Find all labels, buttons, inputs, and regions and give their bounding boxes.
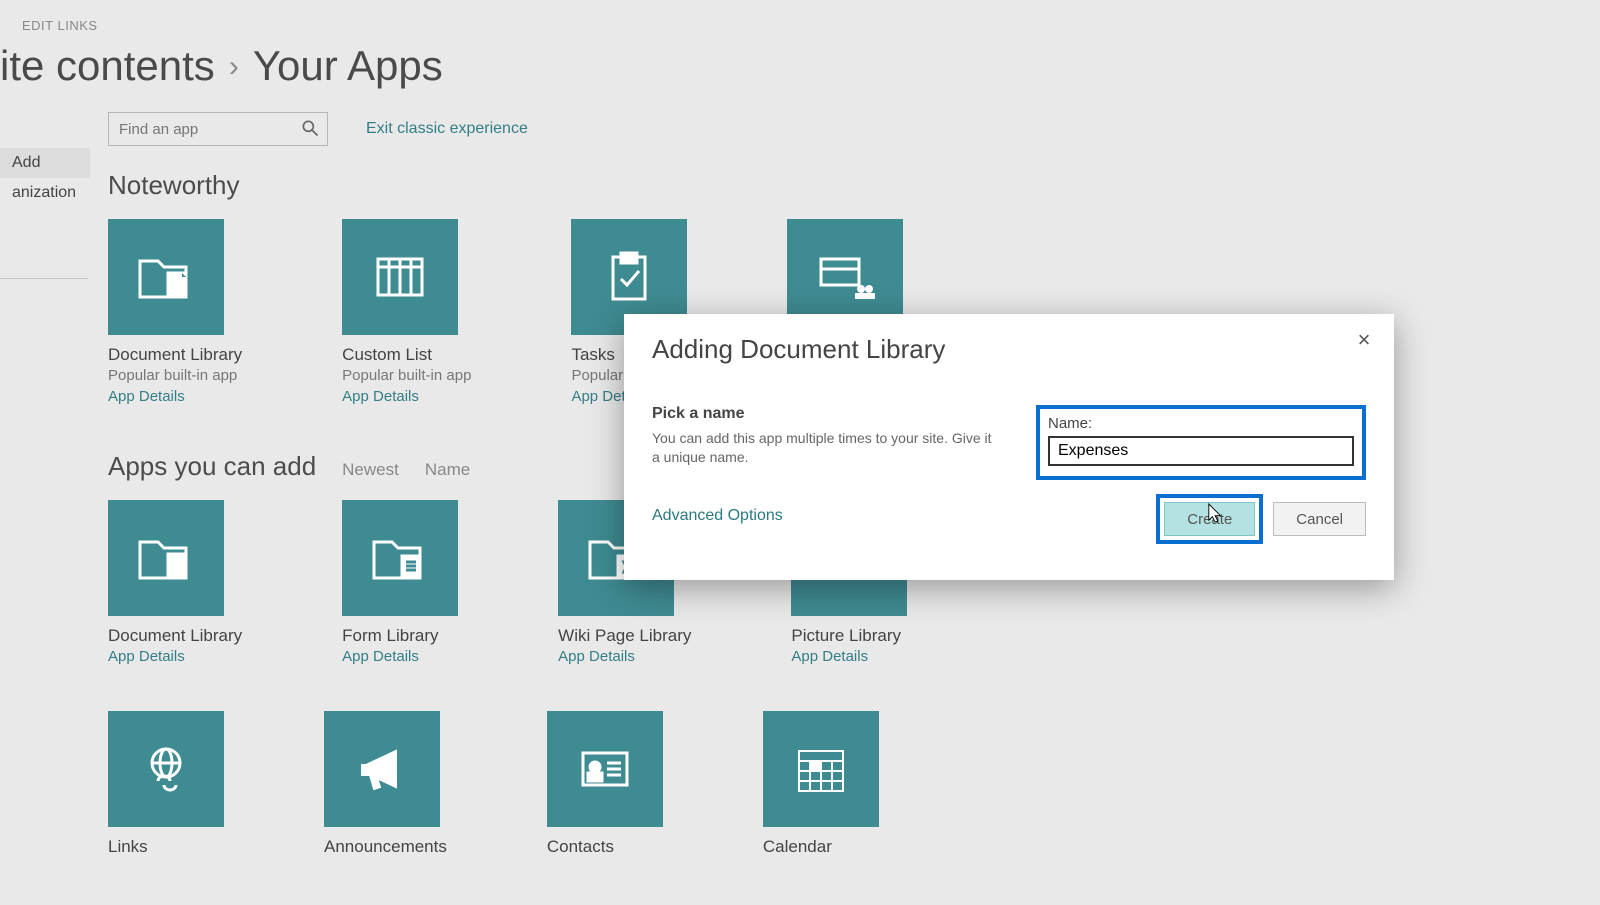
noteworthy-heading: Noteworthy: [108, 170, 1570, 201]
tile-links[interactable]: Links: [108, 711, 224, 859]
folder-form-icon: [342, 500, 458, 616]
exit-classic-link[interactable]: Exit classic experience: [366, 120, 528, 138]
create-button-highlight: Create: [1156, 494, 1263, 544]
app-name: Form Library: [342, 626, 458, 646]
pick-a-name-label: Pick a name: [652, 405, 996, 423]
breadcrumb-current: Your Apps: [253, 42, 443, 90]
breadcrumb: ite contents › Your Apps: [0, 42, 443, 90]
grid-icon: [342, 219, 458, 335]
app-subtitle: Popular built-in app: [342, 367, 471, 384]
dialog-title: Adding Document Library: [652, 334, 1366, 365]
tile-custom-list[interactable]: Custom List Popular built-in app App Det…: [342, 219, 471, 405]
app-details-link[interactable]: App Details: [108, 388, 242, 405]
nav-add[interactable]: Add: [0, 148, 90, 178]
pick-a-name-desc: You can add this app multiple times to y…: [652, 429, 996, 467]
name-label: Name:: [1048, 415, 1354, 432]
app-name: Contacts: [547, 837, 663, 857]
name-field-highlight: Name:: [1036, 405, 1366, 480]
app-name: Wiki Page Library: [558, 626, 691, 646]
adding-document-library-dialog: × Adding Document Library Pick a name Yo…: [624, 314, 1394, 580]
app-details-link[interactable]: App Details: [558, 648, 691, 665]
app-details-link[interactable]: App Details: [791, 648, 907, 665]
nav-organization[interactable]: anization: [0, 178, 90, 208]
sort-newest[interactable]: Newest: [342, 460, 399, 480]
app-name: Document Library: [108, 345, 242, 365]
search-input[interactable]: [108, 112, 328, 146]
tile-document-library[interactable]: Document Library Popular built-in app Ap…: [108, 219, 242, 405]
advanced-options-link[interactable]: Advanced Options: [652, 507, 783, 525]
tile-calendar[interactable]: Calendar: [763, 711, 879, 859]
app-details-link[interactable]: App Details: [342, 388, 471, 405]
app-details-link[interactable]: App Details: [342, 648, 458, 665]
tile-document-library-b[interactable]: Document Library App Details: [108, 500, 242, 665]
breadcrumb-separator-icon: ›: [229, 50, 239, 84]
contact-card-icon: [547, 711, 663, 827]
cancel-button[interactable]: Cancel: [1273, 502, 1366, 536]
app-name: Calendar: [763, 837, 879, 857]
folder-document-icon: [108, 219, 224, 335]
close-icon[interactable]: ×: [1350, 328, 1378, 356]
app-subtitle: Popular built-in app: [108, 367, 242, 384]
edit-links-link[interactable]: EDIT LINKS: [22, 18, 98, 33]
calendar-icon: [763, 711, 879, 827]
apps-you-can-add-heading: Apps you can add: [108, 451, 316, 482]
breadcrumb-parent[interactable]: ite contents: [0, 42, 215, 90]
app-name: Picture Library: [791, 626, 907, 646]
nav-divider: [0, 278, 88, 279]
app-details-link[interactable]: App Details: [108, 648, 242, 665]
globe-link-icon: [108, 711, 224, 827]
sort-name[interactable]: Name: [425, 460, 470, 480]
app-name: Custom List: [342, 345, 471, 365]
app-name: Announcements: [324, 837, 447, 857]
tile-contacts[interactable]: Contacts: [547, 711, 663, 859]
search-icon[interactable]: [300, 118, 320, 138]
tile-announcements[interactable]: Announcements: [324, 711, 447, 859]
app-name: Document Library: [108, 626, 242, 646]
tile-form-library[interactable]: Form Library App Details: [342, 500, 458, 665]
megaphone-icon: [324, 711, 440, 827]
folder-document-icon: [108, 500, 224, 616]
app-name: Links: [108, 837, 224, 857]
name-input[interactable]: [1048, 436, 1354, 466]
create-button[interactable]: Create: [1164, 502, 1255, 536]
